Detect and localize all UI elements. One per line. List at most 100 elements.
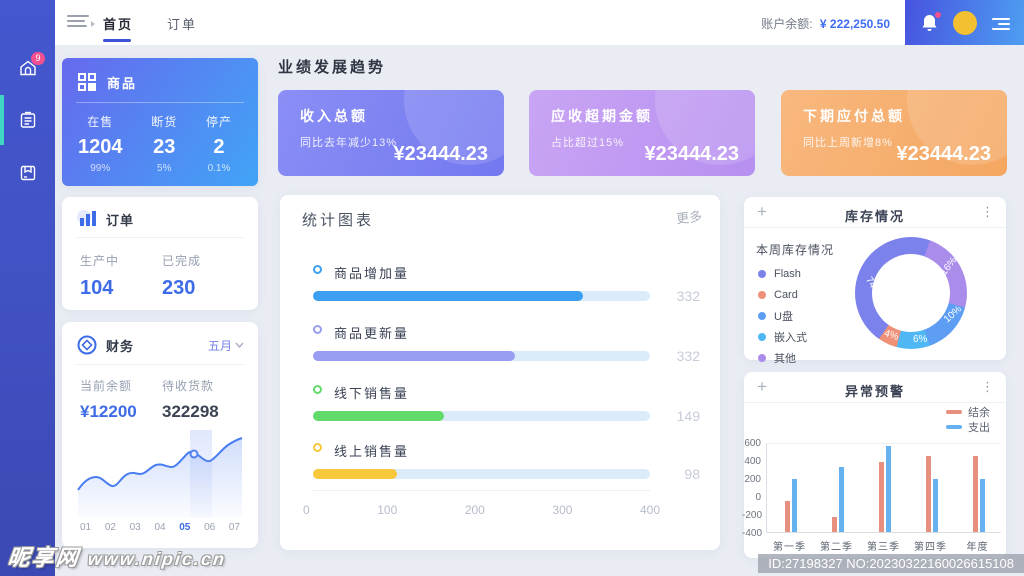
sidebar-item-home[interactable] [0, 58, 55, 78]
y-tick: 600 [742, 438, 761, 449]
bell-icon[interactable] [920, 13, 939, 33]
bar-结余-第三季 [879, 462, 884, 532]
x-tick: 300 [552, 503, 572, 517]
sidebar-item-orders[interactable] [0, 110, 55, 130]
x-tick: 100 [377, 503, 397, 517]
kpi-title: 应收超期金额 [551, 106, 653, 126]
bar-fill [313, 351, 515, 361]
bar-fill [313, 291, 583, 301]
chart-highlight-band [190, 430, 212, 518]
warning-panel: + 异常预警 ⋮ 结余 支出 600 400 200 0 -200 -400 第… [744, 372, 1006, 558]
legend-label: 其他 [774, 350, 796, 366]
legend-label: Flash [774, 268, 801, 280]
kpi-card-overdue: 应收超期金额 占比超过15% ¥23444.23 [529, 90, 755, 176]
stat-value: 2 [206, 136, 232, 159]
x-tick: 400 [640, 503, 660, 517]
finance-trend-chart [74, 426, 246, 518]
x-tick: 01 [80, 522, 91, 533]
bar-track [313, 291, 650, 301]
bar-支出-第三季 [886, 446, 891, 532]
kpi-subtitle: 同比去年减少13% [300, 134, 397, 150]
legend-dash [946, 425, 962, 429]
order-stat-inproduction: 生产中 104 [80, 252, 162, 300]
product-card-title: 商品 [107, 73, 137, 92]
kpi-value: ¥23444.23 [644, 143, 739, 166]
stat-value: 23 [151, 136, 177, 159]
balance-label: 账户余额: [761, 17, 812, 31]
sidebar-item-archive[interactable] [0, 163, 55, 183]
account-box [905, 0, 1024, 45]
y-tick: 200 [742, 474, 761, 485]
x-tick: 03 [130, 522, 141, 533]
bar-fill [313, 411, 444, 421]
stat-value: 322298 [162, 402, 244, 422]
section-title: 业绩发展趋势 [278, 56, 386, 77]
x-tick: 第四季 [907, 538, 954, 553]
donut-label: 16% [939, 255, 960, 278]
bell-dot [935, 12, 941, 18]
balance-value: ¥ 222,250.50 [820, 17, 890, 31]
x-tick: 04 [154, 522, 165, 533]
legend-dash [946, 410, 962, 414]
kpi-card-income: 收入总额 同比去年减少13% ¥23444.23 [278, 90, 504, 176]
donut-label: 74% [863, 275, 883, 298]
month-dropdown[interactable]: 五月 [208, 337, 244, 354]
watermark-id: ID:27198327 NO:20230322160026615108 [758, 554, 1024, 573]
finance-x-axis: 01 02 03 04 05 06 07 [74, 522, 246, 533]
x-tick: 07 [229, 522, 240, 533]
y-tick: 400 [742, 456, 761, 467]
legend-item: 嵌入式 [758, 326, 807, 347]
more-options-icon[interactable]: ⋮ [981, 204, 994, 220]
statistics-panel: 统计图表 更多 商品增加量 332 商品更新量 332 线下销售量 149 线上… [280, 195, 720, 550]
stat-value: 1204 [78, 136, 123, 159]
kpi-value: ¥23444.23 [393, 143, 488, 166]
collapse-menu-icon[interactable] [67, 15, 89, 30]
tab-home[interactable]: 首页 [103, 14, 133, 33]
order-stat-completed: 已完成 230 [162, 252, 244, 300]
stat-row-label: 商品更新量 [334, 323, 409, 342]
bar-结余-年度 [973, 456, 978, 532]
finance-card-title: 财务 [106, 336, 134, 355]
y-tick: 0 [742, 492, 761, 503]
x-tick: 年度 [954, 538, 1001, 553]
x-tick: 200 [465, 503, 485, 517]
stat-label: 停产 [206, 113, 232, 130]
stat-value: 230 [162, 277, 244, 300]
archive-box-icon [18, 163, 38, 183]
bar-支出-年度 [980, 479, 985, 532]
stats-x-ticks: 0 100 200 300 400 [303, 503, 660, 517]
stat-label: 已完成 [162, 252, 244, 269]
month-value: 五月 [208, 337, 232, 354]
legend-item: Flash [758, 263, 807, 284]
stat-row-value: 149 [658, 408, 700, 424]
stat-row-value: 98 [658, 466, 700, 482]
warning-legend: 结余 支出 [946, 404, 990, 434]
avatar[interactable] [953, 11, 977, 35]
inventory-donut-chart: 74% 16% 10% 6% 4% [855, 237, 967, 349]
x-tick: 0 [303, 503, 310, 517]
kpi-subtitle: 同比上周新增8% [803, 134, 893, 150]
bullet-icon [313, 265, 322, 274]
inventory-panel: + 库存情况 ⋮ 本周库存情况 Flash Card U盘 嵌入式 其他 74%… [744, 197, 1006, 360]
stat-row-label: 线上销售量 [334, 441, 409, 460]
y-tick: -400 [742, 528, 761, 539]
warning-panel-title: 异常预警 [744, 381, 1006, 400]
x-tick: 第二季 [813, 538, 860, 553]
donut-label: 4% [883, 328, 900, 343]
more-options-icon[interactable]: ⋮ [981, 379, 994, 395]
legend-dot [758, 270, 766, 278]
settings-menu-icon[interactable] [992, 15, 1010, 30]
stat-label: 断货 [151, 113, 177, 130]
x-axis-line [313, 490, 650, 491]
more-link[interactable]: 更多 [675, 206, 703, 228]
bar-支出-第一季 [792, 479, 797, 532]
legend-label: 结余 [968, 404, 990, 420]
legend-label: 嵌入式 [774, 329, 807, 345]
x-tick: 第一季 [766, 538, 813, 553]
finance-stat-balance: 当前余额 ¥12200 [80, 377, 162, 422]
legend-item: 其他 [758, 347, 807, 368]
bar-结余-第一季 [785, 501, 790, 532]
warning-x-axis: 第一季 第二季 第三季 第四季 年度 [766, 538, 1001, 553]
tab-orders[interactable]: 订单 [167, 14, 197, 33]
kpi-title: 收入总额 [300, 106, 368, 126]
